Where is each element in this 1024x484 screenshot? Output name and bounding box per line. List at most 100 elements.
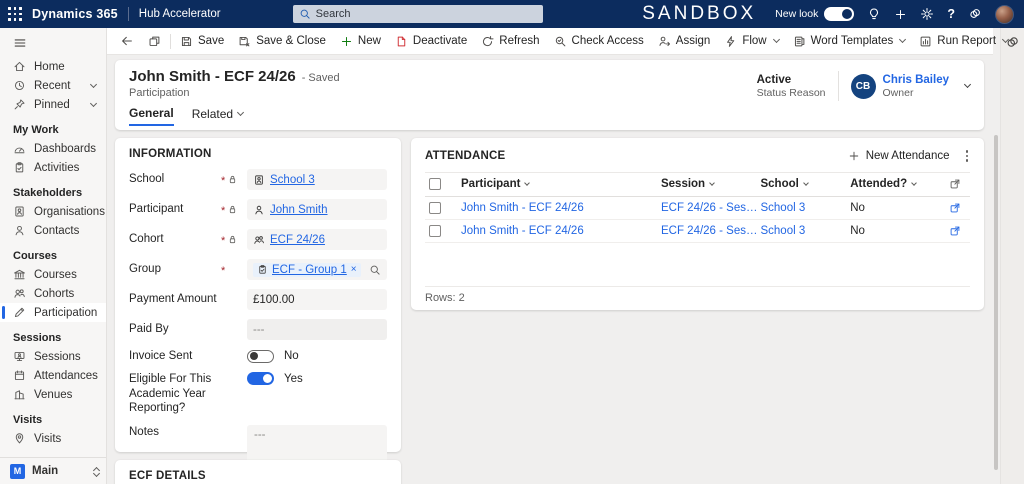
tab-related[interactable]: Related bbox=[192, 106, 245, 126]
sidebar-item-visits[interactable]: Visits bbox=[0, 429, 106, 448]
check-access-button[interactable]: Check Access bbox=[547, 31, 651, 52]
select-all-checkbox[interactable] bbox=[429, 178, 441, 190]
pin-icon bbox=[13, 98, 26, 111]
deactivate-button[interactable]: Deactivate bbox=[388, 31, 474, 52]
open-record-icon[interactable] bbox=[949, 225, 961, 237]
participant-cell-link[interactable]: John Smith - ECF 24/26 bbox=[461, 202, 661, 214]
group-link[interactable]: ECF - Group 1 bbox=[272, 264, 347, 276]
field-label-payment-amount: Payment Amount bbox=[129, 293, 217, 306]
group-lookup-field[interactable]: ECF - Group 1 × bbox=[247, 259, 387, 280]
sidebar-item-recent[interactable]: Recent bbox=[0, 76, 106, 95]
top-navigation-bar: Dynamics 365 Hub Accelerator SANDBOX New… bbox=[0, 0, 1024, 28]
app-area-name[interactable]: Hub Accelerator bbox=[139, 8, 221, 20]
area-switcher[interactable]: M Main bbox=[0, 457, 106, 484]
more-commands-icon[interactable] bbox=[964, 148, 971, 164]
new-look-toggle-group: New look bbox=[775, 7, 855, 21]
sidebar-group-courses: Courses bbox=[13, 250, 58, 262]
sidebar-item-home[interactable]: Home bbox=[0, 57, 106, 76]
settings-gear-icon[interactable] bbox=[920, 7, 934, 21]
save-and-close-button[interactable]: Save & Close bbox=[231, 31, 333, 52]
group-tag[interactable]: ECF - Group 1 × bbox=[253, 262, 361, 277]
sidebar-item-contacts[interactable]: Contacts bbox=[0, 221, 106, 240]
tab-general[interactable]: General bbox=[129, 106, 174, 126]
sidebar-item-organisations[interactable]: Organisations bbox=[0, 202, 106, 221]
search-icon bbox=[299, 8, 311, 20]
app-launcher-waffle-icon[interactable] bbox=[8, 7, 22, 21]
field-label-school: School bbox=[129, 173, 165, 186]
remove-tag-icon[interactable]: × bbox=[351, 264, 357, 275]
session-cell-link[interactable]: ECF 24/26 - Session 1 bbox=[661, 202, 761, 214]
scrollbar-thumb[interactable] bbox=[994, 135, 998, 470]
refresh-button[interactable]: Refresh bbox=[474, 31, 546, 52]
sidebar-item-attendances[interactable]: Attendances bbox=[0, 366, 106, 385]
sidebar-item-activities[interactable]: Activities bbox=[0, 158, 106, 177]
eligible-toggle[interactable] bbox=[247, 372, 274, 386]
sidebar-item-pinned[interactable]: Pinned bbox=[0, 95, 106, 114]
lightbulb-icon[interactable] bbox=[867, 7, 881, 21]
flow-button[interactable]: Flow bbox=[717, 31, 785, 52]
lock-icon bbox=[227, 204, 238, 215]
school-cell-link[interactable]: School 3 bbox=[760, 202, 850, 214]
form-content: John Smith - ECF 24/26 - Saved Participa… bbox=[107, 55, 993, 484]
sort-chevron-icon bbox=[709, 179, 715, 186]
cohort-lookup-field[interactable]: ECF 24/26 bbox=[247, 229, 387, 250]
sidebar-item-sessions[interactable]: Sessions bbox=[0, 347, 106, 366]
invoice-sent-toggle[interactable] bbox=[247, 349, 274, 363]
assign-icon bbox=[658, 35, 671, 48]
back-button[interactable] bbox=[113, 31, 141, 52]
sidebar-collapse-icon[interactable] bbox=[0, 28, 106, 57]
table-row[interactable]: John Smith - ECF 24/26 ECF 24/26 - Sessi… bbox=[425, 197, 970, 220]
new-look-toggle[interactable] bbox=[824, 7, 855, 21]
column-header-session[interactable]: Session bbox=[661, 178, 761, 190]
session-cell-link[interactable]: ECF 24/26 - Session 2 bbox=[661, 225, 761, 237]
school-link[interactable]: School 3 bbox=[270, 174, 315, 186]
ecf-details-section: ECF DETAILS bbox=[115, 460, 401, 484]
user-avatar[interactable] bbox=[995, 4, 1014, 24]
row-checkbox[interactable] bbox=[429, 201, 441, 214]
quick-create-plus-icon[interactable] bbox=[894, 8, 907, 21]
sidebar-item-venues[interactable]: Venues bbox=[0, 385, 106, 404]
help-icon[interactable]: ? bbox=[947, 7, 955, 21]
participant-cell-link[interactable]: John Smith - ECF 24/26 bbox=[461, 225, 661, 237]
lookup-search-icon[interactable] bbox=[369, 264, 381, 276]
attendance-title: ATTENDANCE bbox=[425, 149, 506, 162]
table-row[interactable]: John Smith - ECF 24/26 ECF 24/26 - Sessi… bbox=[425, 220, 970, 243]
check-access-icon bbox=[554, 35, 567, 48]
sidebar-item-dashboards[interactable]: Dashboards bbox=[0, 139, 106, 158]
open-in-new-window-button[interactable] bbox=[141, 31, 168, 52]
column-header-school[interactable]: School bbox=[760, 178, 850, 190]
open-record-icon[interactable] bbox=[949, 202, 961, 214]
assign-button[interactable]: Assign bbox=[651, 31, 718, 52]
copilot-icon[interactable] bbox=[968, 7, 982, 21]
word-templates-button[interactable]: Word Templates bbox=[786, 31, 913, 52]
owner-name-link[interactable]: Chris Bailey bbox=[883, 74, 949, 86]
cohort-link[interactable]: ECF 24/26 bbox=[270, 234, 325, 246]
school-cell-link[interactable]: School 3 bbox=[760, 225, 850, 237]
new-attendance-button[interactable]: New Attendance bbox=[848, 150, 950, 162]
paid-by-field[interactable]: --- bbox=[247, 319, 387, 340]
form-tabs: General Related bbox=[129, 106, 970, 126]
sidebar-item-participation[interactable]: Participation bbox=[0, 303, 106, 322]
status-label: Status Reason bbox=[756, 86, 826, 99]
participant-lookup-field[interactable]: John Smith bbox=[247, 199, 387, 220]
header-expand-chevron-icon[interactable] bbox=[963, 80, 972, 89]
global-search[interactable] bbox=[292, 5, 543, 23]
save-button[interactable]: Save bbox=[173, 31, 231, 52]
owner-field[interactable]: CB Chris Bailey Owner bbox=[850, 73, 949, 99]
column-header-participant[interactable]: Participant bbox=[461, 178, 661, 190]
row-checkbox[interactable] bbox=[429, 224, 441, 237]
chevron-down-icon bbox=[899, 35, 907, 44]
school-lookup-field[interactable]: School 3 bbox=[247, 169, 387, 190]
participant-link[interactable]: John Smith bbox=[270, 204, 328, 216]
search-input[interactable] bbox=[315, 8, 537, 20]
sidebar-item-cohorts[interactable]: Cohorts bbox=[0, 284, 106, 303]
required-asterisk: * bbox=[221, 234, 226, 247]
app-title[interactable]: Dynamics 365 bbox=[32, 7, 118, 21]
flow-lightning-icon bbox=[724, 35, 737, 48]
sidebar-item-courses[interactable]: Courses bbox=[0, 265, 106, 284]
payment-amount-field[interactable]: £100.00 bbox=[247, 289, 387, 310]
column-header-attended[interactable]: Attended? bbox=[850, 178, 940, 190]
save-close-icon bbox=[238, 35, 251, 48]
clock-icon bbox=[13, 79, 26, 92]
new-button[interactable]: New bbox=[333, 31, 388, 52]
